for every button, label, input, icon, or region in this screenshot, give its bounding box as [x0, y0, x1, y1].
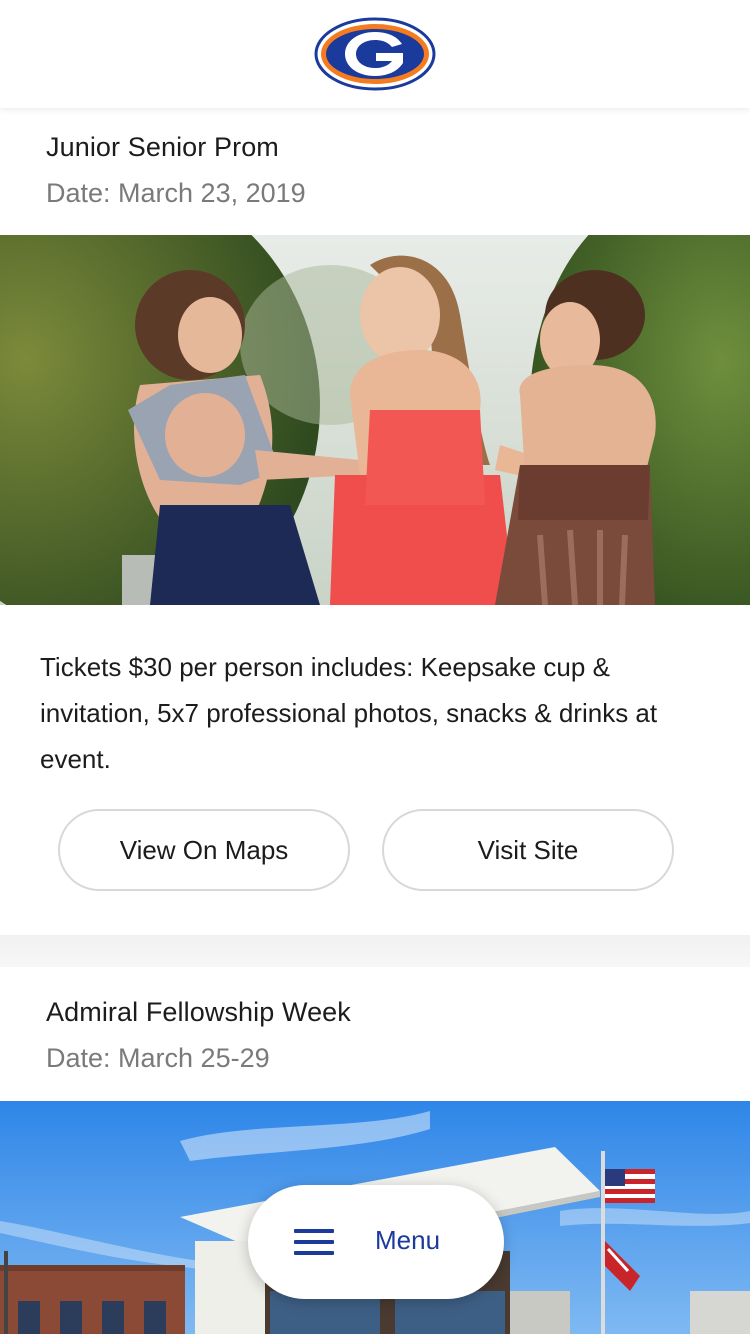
event-date: Date: March 25-29 [46, 1043, 270, 1073]
menu-label: Menu [375, 1225, 441, 1255]
view-on-maps-button[interactable]: View On Maps [58, 809, 350, 891]
event-description: Tickets $30 per person includes: Keepsak… [40, 652, 658, 774]
event-date: Date: March 23, 2019 [46, 178, 306, 208]
card-separator [0, 935, 750, 967]
event-title: Junior Senior Prom [46, 132, 279, 162]
visit-site-button[interactable]: Visit Site [382, 809, 674, 891]
event-card: Junior Senior Prom Date: March 23, 2019 [0, 108, 750, 935]
app-header [0, 0, 750, 108]
prom-girls-photo [0, 235, 750, 605]
event-title: Admiral Fellowship Week [46, 997, 351, 1027]
menu-button[interactable]: Menu [248, 1185, 504, 1299]
school-g-logo-icon[interactable] [314, 17, 436, 91]
hamburger-icon [294, 1227, 334, 1257]
